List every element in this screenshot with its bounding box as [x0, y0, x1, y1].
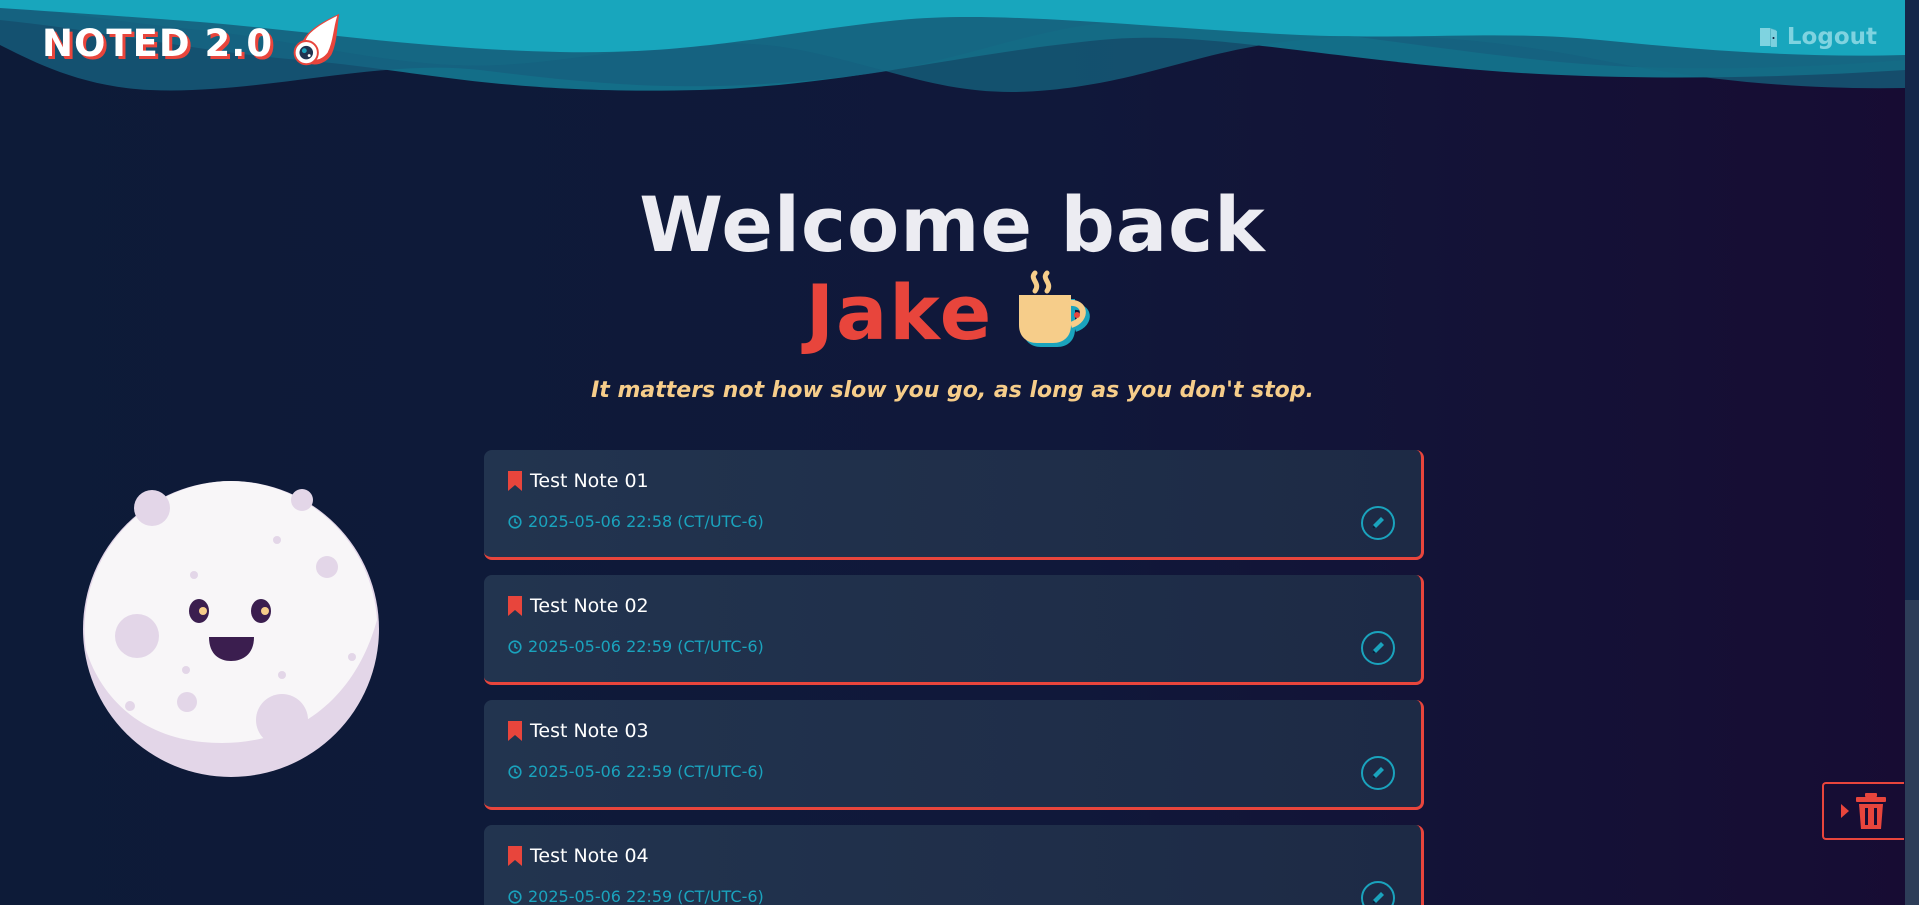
note-title-row: Test Note 02 [508, 595, 649, 617]
note-card[interactable]: Test Note 01 2025-05-06 22:58 (CT/UTC-6) [484, 450, 1424, 560]
user-name-row: Jake [0, 268, 1905, 357]
pencil-icon [1372, 767, 1384, 779]
user-name: Jake [805, 268, 994, 357]
trash-icon [1856, 793, 1886, 829]
welcome-heading: Welcome back [639, 180, 1266, 269]
edit-note-button[interactable] [1361, 506, 1395, 540]
note-date: 2025-05-06 22:59 (CT/UTC-6) [528, 887, 764, 905]
coffee-cup-icon [1019, 270, 1091, 347]
door-exit-icon [1759, 28, 1777, 47]
note-card[interactable]: Test Note 02 2025-05-06 22:59 (CT/UTC-6) [484, 575, 1424, 685]
motivational-quote: It matters not how slow you go, as long … [591, 378, 1314, 403]
note-date: 2025-05-06 22:59 (CT/UTC-6) [528, 762, 764, 781]
app-root: NOTED 2.0 Logout Welcome back Jake It ma… [0, 0, 1919, 905]
edit-note-button[interactable] [1361, 756, 1395, 790]
edit-note-button[interactable] [1361, 631, 1395, 665]
note-card[interactable]: Test Note 04 2025-05-06 22:59 (CT/UTC-6) [484, 825, 1424, 905]
note-title: Test Note 01 [530, 470, 649, 492]
note-title-row: Test Note 01 [508, 470, 649, 492]
note-title: Test Note 02 [530, 595, 649, 617]
bookmark-icon [508, 846, 522, 866]
app-logo[interactable]: NOTED 2.0 [42, 13, 345, 72]
note-date-row: 2025-05-06 22:59 (CT/UTC-6) [508, 637, 764, 656]
clock-icon [508, 639, 522, 654]
note-date-row: 2025-05-06 22:59 (CT/UTC-6) [508, 762, 764, 781]
caret-right-icon [1841, 804, 1849, 818]
notes-list: Test Note 01 2025-05-06 22:58 (CT/UTC-6)… [484, 450, 1424, 905]
bookmark-icon [508, 596, 522, 616]
scrollbar-track[interactable] [1905, 0, 1919, 905]
scrollbar-thumb[interactable] [1905, 600, 1919, 905]
comet-icon [293, 13, 340, 66]
note-title-row: Test Note 04 [508, 845, 649, 867]
clock-icon [508, 514, 522, 529]
note-date: 2025-05-06 22:58 (CT/UTC-6) [528, 512, 764, 531]
logo-text: NOTED 2.0 [42, 21, 274, 65]
bookmark-icon [508, 721, 522, 741]
trash-toggle-button[interactable] [1822, 782, 1904, 840]
pencil-icon [1372, 892, 1384, 904]
note-date-row: 2025-05-06 22:59 (CT/UTC-6) [508, 887, 764, 905]
note-date: 2025-05-06 22:59 (CT/UTC-6) [528, 637, 764, 656]
note-title: Test Note 04 [530, 845, 649, 867]
note-date-row: 2025-05-06 22:58 (CT/UTC-6) [508, 512, 764, 531]
clock-icon [508, 889, 522, 904]
pencil-icon [1372, 642, 1384, 654]
logout-button[interactable]: Logout [1757, 24, 1877, 50]
note-title: Test Note 03 [530, 720, 649, 742]
pencil-icon [1372, 517, 1384, 529]
smiling-moon-illustration [83, 481, 379, 777]
clock-icon [508, 764, 522, 779]
note-card[interactable]: Test Note 03 2025-05-06 22:59 (CT/UTC-6) [484, 700, 1424, 810]
note-title-row: Test Note 03 [508, 720, 649, 742]
edit-note-button[interactable] [1361, 881, 1395, 905]
logout-label: Logout [1786, 24, 1877, 50]
bookmark-icon [508, 471, 522, 491]
